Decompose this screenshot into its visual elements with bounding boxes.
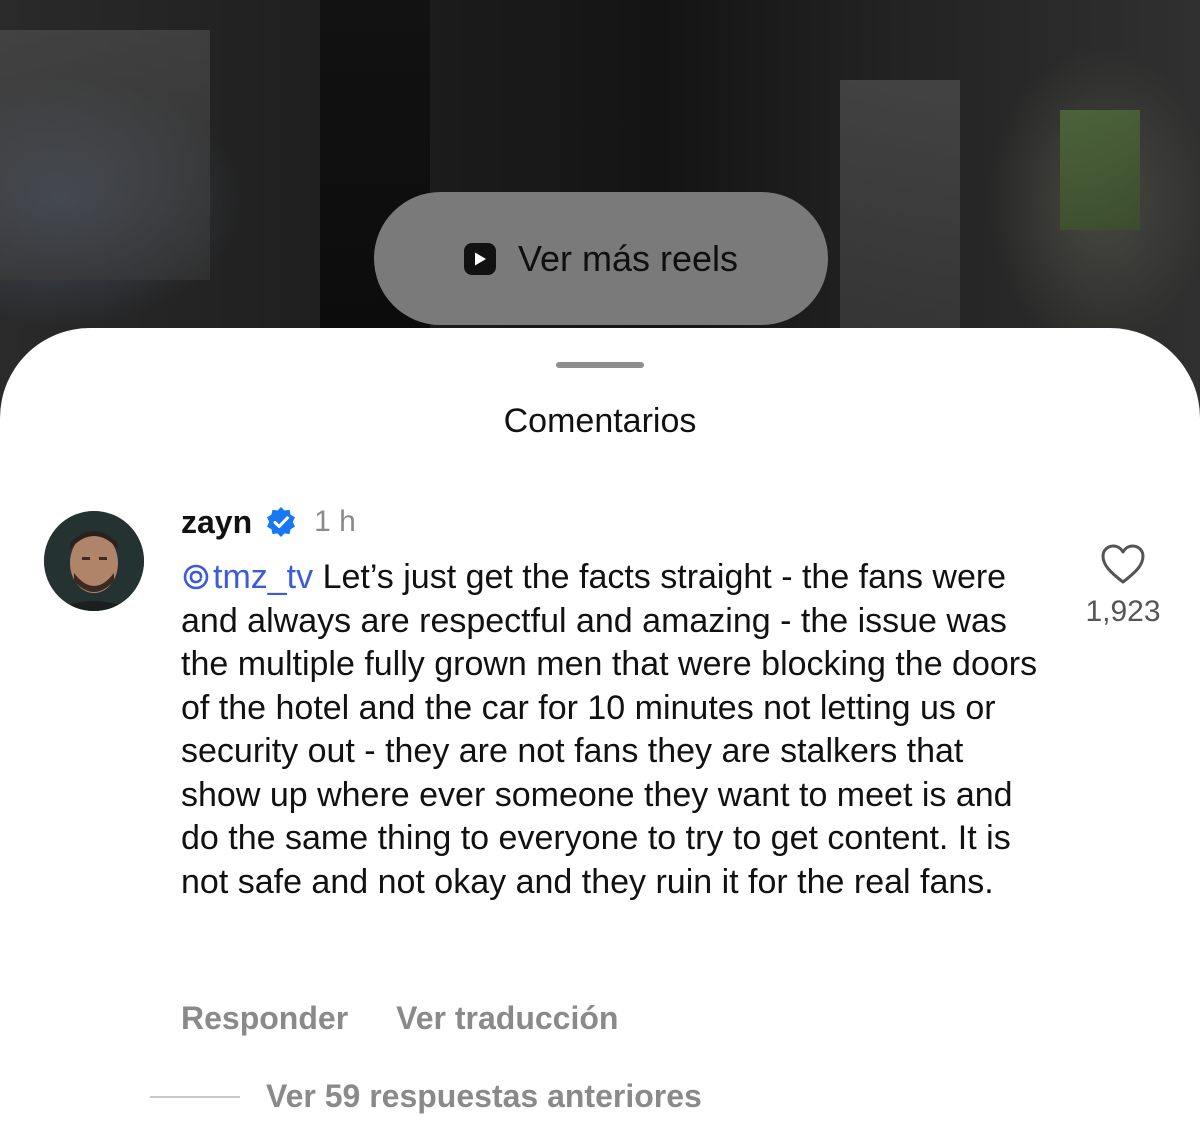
view-replies-row: Ver 59 respuestas anteriores	[150, 1078, 702, 1115]
divider	[150, 1095, 240, 1098]
view-replies-button[interactable]: Ver 59 respuestas anteriores	[266, 1078, 702, 1115]
comment-body: tmz_tv Let’s just get the facts straight…	[181, 556, 1051, 904]
see-more-reels-button[interactable]: Ver más reels	[374, 192, 828, 325]
comment-actions: Responder Ver traducción	[181, 1000, 618, 1037]
threads-icon	[181, 560, 211, 590]
comment-username[interactable]: zayn	[181, 504, 252, 541]
verified-badge-icon	[264, 505, 298, 539]
comment-timestamp: 1 h	[314, 505, 356, 538]
comment-text: Let’s just get the facts straight - the …	[181, 558, 1038, 901]
comments-sheet: Comentarios zayn 1 h tmz_tv Let’s just g…	[0, 328, 1200, 1139]
reels-play-icon	[463, 242, 496, 275]
avatar[interactable]	[44, 511, 144, 611]
video-scenery	[1060, 110, 1140, 230]
like-count: 1,923	[1085, 595, 1161, 628]
sheet-drag-handle[interactable]	[556, 362, 644, 368]
reply-button[interactable]: Responder	[181, 1000, 348, 1037]
see-more-reels-label: Ver más reels	[517, 237, 739, 279]
like-control: 1,923	[1080, 543, 1166, 629]
comment-header: zayn 1 h	[181, 500, 356, 544]
heart-icon[interactable]	[1100, 543, 1146, 585]
reel-screen: Ver más reels Comentarios zayn 1 h tmz_t…	[0, 0, 1200, 1139]
translate-button[interactable]: Ver traducción	[396, 1000, 618, 1037]
mention-link[interactable]: tmz_tv	[181, 558, 313, 596]
video-scenery	[0, 30, 210, 280]
sheet-title: Comentarios	[503, 402, 697, 440]
video-scenery	[840, 80, 960, 330]
mention-handle: tmz_tv	[213, 558, 314, 596]
